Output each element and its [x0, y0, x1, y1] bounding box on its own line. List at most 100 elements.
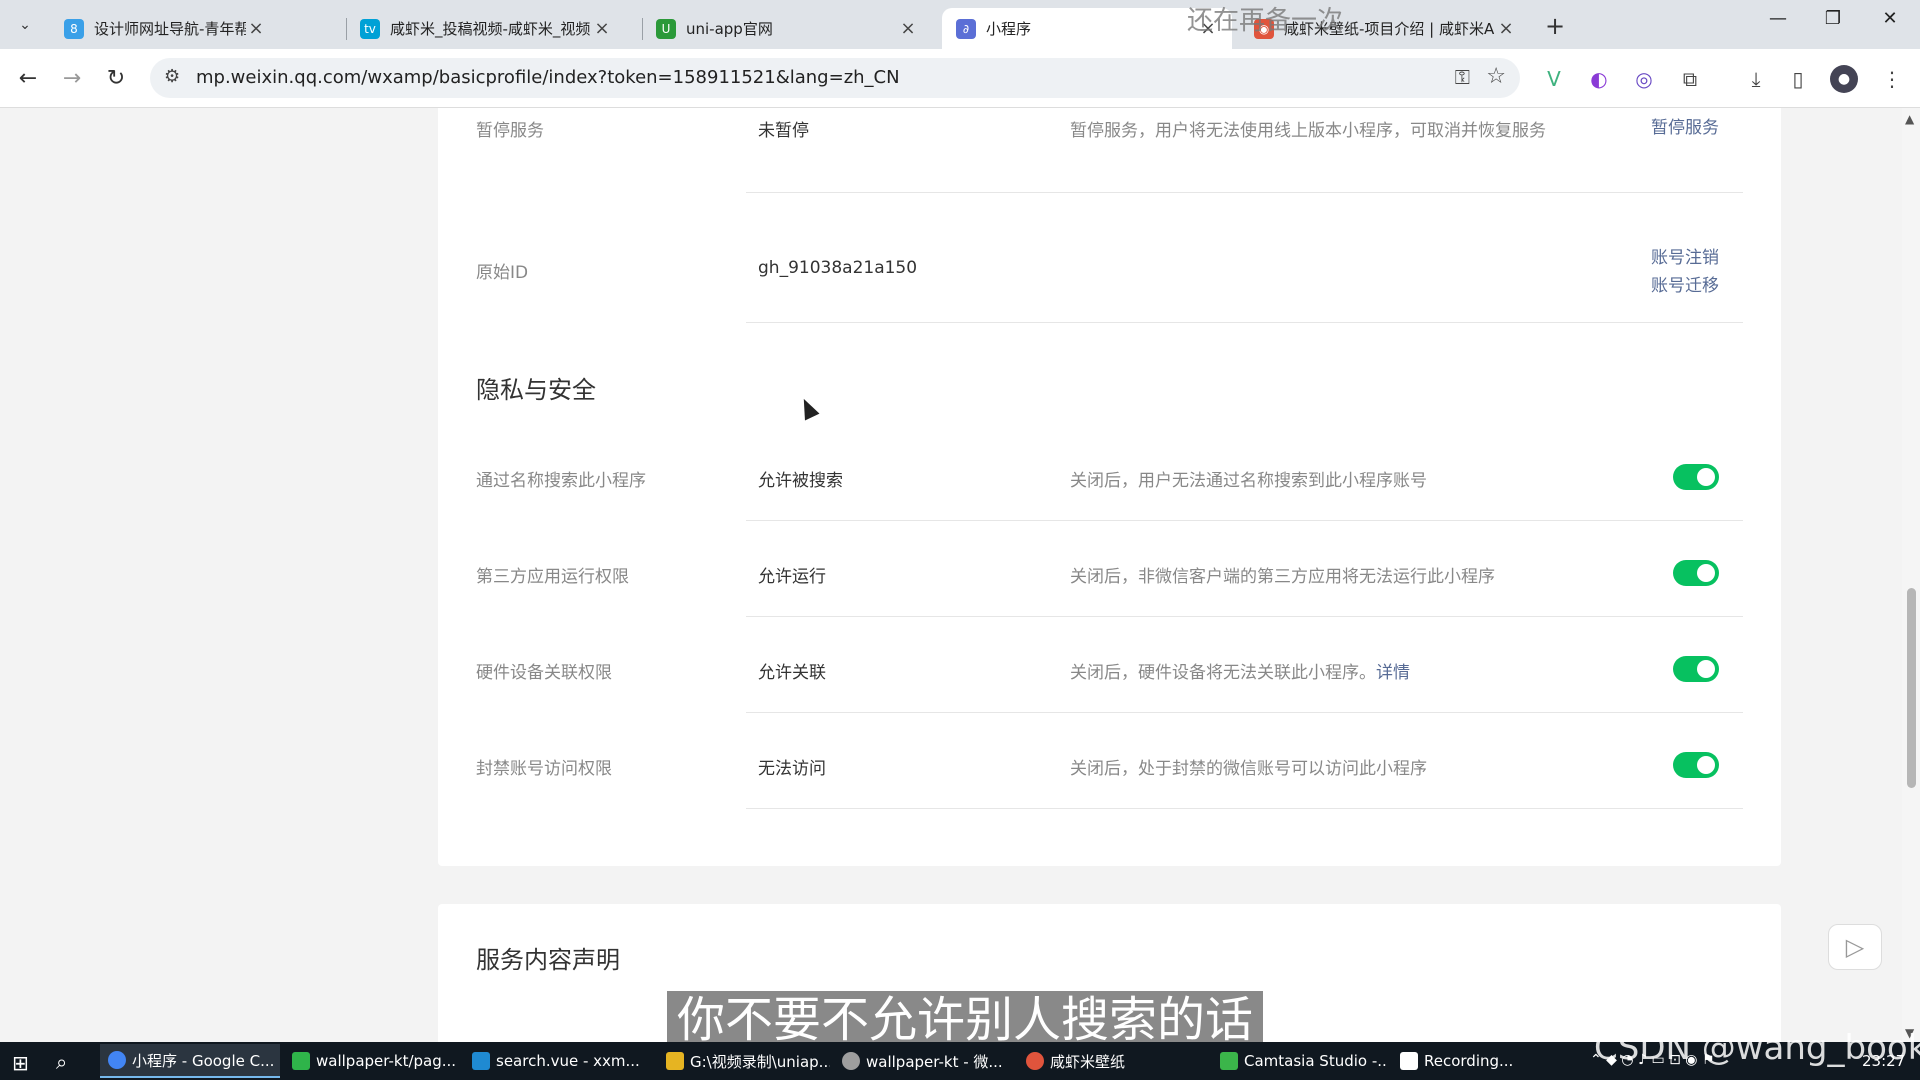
account-migrate-link[interactable]: 账号迁移	[1651, 272, 1719, 300]
profile-avatar[interactable]: ●	[1830, 65, 1858, 93]
taskbar-item-label: wallpaper-kt - 微...	[866, 1052, 1003, 1071]
tab-2[interactable]: U uni-app官网 ×	[642, 8, 932, 49]
row-value: 允许被搜索	[758, 471, 843, 491]
url-text[interactable]: mp.weixin.qq.com/wxamp/basicprofile/inde…	[196, 67, 900, 88]
search-by-name-toggle[interactable]	[1673, 464, 1719, 490]
app-icon	[1026, 1052, 1044, 1070]
row-divider	[746, 322, 1743, 323]
row-desc-text: 关闭后，硬件设备将无法关联此小程序。	[1070, 663, 1376, 683]
tab-favicon-icon: ∂	[956, 18, 976, 39]
account-cancel-link[interactable]: 账号注销	[1651, 244, 1719, 272]
extension-icon[interactable]: ◎	[1630, 65, 1658, 93]
extension-icon[interactable]: ◐	[1585, 65, 1613, 93]
third-party-run-row: 第三方应用运行权限 允许运行 关闭后，非微信客户端的第三方应用将无法运行此小程序	[438, 538, 1781, 634]
tab-0[interactable]: 8 设计师网址导航-青年帮创意工 ×	[50, 8, 280, 49]
tab-close-icon[interactable]: ×	[898, 18, 918, 39]
tab-close-icon[interactable]: ×	[1496, 18, 1516, 39]
browser-menu-icon[interactable]: ⋮	[1878, 65, 1906, 93]
tab-favicon-icon: tv	[360, 18, 380, 39]
row-label: 暂停服务	[476, 121, 544, 141]
hbuilder-icon	[292, 1052, 310, 1070]
tab-favicon-icon: 8	[64, 18, 84, 39]
row-desc: 关闭后，非微信客户端的第三方应用将无法运行此小程序	[1070, 567, 1495, 587]
side-panel-icon[interactable]: ▯	[1784, 65, 1812, 93]
reload-icon[interactable]: ↻	[100, 63, 132, 95]
csdn-watermark: CSDN @wang_book	[1594, 1028, 1920, 1068]
taskbar-item-label: G:\视频录制\uniap...	[690, 1052, 830, 1071]
address-bar[interactable]: ⚙ mp.weixin.qq.com/wxamp/basicprofile/in…	[150, 58, 1520, 98]
extensions-puzzle-icon[interactable]: ⧉	[1676, 65, 1704, 93]
row-label: 通过名称搜索此小程序	[476, 471, 646, 491]
new-tab-plus-icon[interactable]: +	[1540, 12, 1570, 40]
details-link[interactable]: 详情	[1376, 663, 1410, 683]
taskbar-item-recording[interactable]: Recording...	[1392, 1044, 1568, 1078]
wechat-devtools-icon	[842, 1052, 860, 1070]
scrollbar-thumb[interactable]	[1907, 588, 1916, 788]
folder-icon	[666, 1052, 684, 1070]
row-value: 未暂停	[758, 121, 809, 141]
row-label: 原始ID	[476, 263, 529, 283]
tab-title: 小程序	[986, 20, 1032, 38]
vscode-icon	[472, 1052, 490, 1070]
row-divider	[746, 808, 1743, 809]
pause-service-row: 暂停服务 未暂停 暂停服务，用户将无法使用线上版本小程序，可取消并恢复服务 暂停…	[438, 108, 1781, 200]
taskbar-item-hbuilder[interactable]: wallpaper-kt/pag...	[284, 1044, 460, 1078]
restore-icon[interactable]: ❐	[1813, 8, 1853, 29]
taskbar-item-label: wallpaper-kt/pag...	[316, 1052, 457, 1070]
windows-start-icon[interactable]: ⊞	[12, 1051, 29, 1075]
tab-search-chevron-icon[interactable]: ⌄	[10, 10, 40, 40]
vue-devtools-icon[interactable]: V	[1540, 65, 1568, 93]
hardware-link-row: 硬件设备关联权限 允许关联 关闭后，硬件设备将无法关联此小程序。详情	[438, 634, 1781, 730]
window-close-icon[interactable]: ✕	[1870, 8, 1910, 29]
row-label: 第三方应用运行权限	[476, 567, 629, 587]
taskbar-item-camtasia[interactable]: Camtasia Studio -...	[1212, 1044, 1388, 1078]
section-title: 服务内容声明	[476, 946, 620, 974]
pause-service-link[interactable]: 暂停服务	[1651, 114, 1719, 142]
taskbar-item-wallpaper-app[interactable]: 咸虾米壁纸	[1018, 1044, 1208, 1078]
video-subtitle: 你不要不允许别人搜索的话	[667, 991, 1264, 1049]
forward-arrow-icon[interactable]: →	[56, 63, 88, 95]
download-icon[interactable]: ⤓	[1742, 65, 1770, 93]
scroll-up-arrow-icon[interactable]: ▲	[1905, 112, 1914, 126]
taskbar-item-explorer[interactable]: G:\视频录制\uniap...	[658, 1044, 830, 1078]
tab-close-icon[interactable]: ×	[592, 18, 612, 39]
banned-account-access-toggle[interactable]	[1673, 752, 1719, 778]
row-desc: 关闭后，硬件设备将无法关联此小程序。详情	[1070, 658, 1410, 683]
original-id-row: 原始ID gh_91038a21a150 账号注销 账号迁移	[438, 192, 1781, 323]
toggle-knob	[1697, 564, 1715, 582]
tab-close-icon[interactable]: ×	[246, 18, 266, 39]
toggle-knob	[1697, 660, 1715, 678]
browser-toolbar: ← → ↻ ⚙ mp.weixin.qq.com/wxamp/basicprof…	[0, 49, 1920, 108]
password-key-icon[interactable]: ⚿	[1455, 65, 1470, 89]
hardware-link-toggle[interactable]	[1673, 656, 1719, 682]
site-info-icon[interactable]: ⚙	[164, 66, 180, 87]
tab-1[interactable]: tv 咸虾米_投稿视频-咸虾米_视频 ×	[346, 8, 626, 49]
toggle-knob	[1697, 756, 1715, 774]
row-value: 允许运行	[758, 567, 826, 587]
taskbar-item-wechat-devtools[interactable]: wallpaper-kt - 微...	[834, 1044, 1014, 1078]
bookmark-star-icon[interactable]: ☆	[1486, 64, 1506, 89]
play-video-icon[interactable]: ▷	[1828, 924, 1882, 970]
camtasia-icon	[1220, 1052, 1238, 1070]
page-scrollbar[interactable]: ▲ ▼	[1902, 108, 1920, 1042]
third-party-run-toggle[interactable]	[1673, 560, 1719, 586]
taskbar-item-vscode[interactable]: search.vue - xxm...	[464, 1044, 654, 1078]
taskbar-item-label: Camtasia Studio -...	[1244, 1052, 1388, 1070]
row-value: gh_91038a21a150	[758, 258, 918, 278]
taskbar-item-label: search.vue - xxm...	[496, 1052, 640, 1070]
row-label: 封禁账号访问权限	[476, 759, 612, 779]
back-arrow-icon[interactable]: ←	[12, 63, 44, 95]
taskbar-search-icon[interactable]: ⌕	[56, 1050, 67, 1074]
minimize-icon[interactable]: —	[1758, 8, 1798, 29]
overlay-caption: 还在再备一次	[1187, 6, 1344, 36]
tab-strip: ⌄ 8 设计师网址导航-青年帮创意工 × tv 咸虾米_投稿视频-咸虾米_视频 …	[0, 0, 1920, 49]
privacy-security-card: 隐私与安全 通过名称搜索此小程序 允许被搜索 关闭后，用户无法通过名称搜索到此小…	[438, 330, 1781, 866]
section-title: 隐私与安全	[476, 376, 596, 404]
banned-account-access-row: 封禁账号访问权限 无法访问 关闭后，处于封禁的微信账号可以访问此小程序	[438, 730, 1781, 826]
row-divider	[746, 520, 1743, 521]
taskbar-item-chrome[interactable]: 小程序 - Google C...	[100, 1044, 280, 1078]
search-by-name-row: 通过名称搜索此小程序 允许被搜索 关闭后，用户无法通过名称搜索到此小程序账号	[438, 442, 1781, 538]
row-desc: 关闭后，用户无法通过名称搜索到此小程序账号	[1070, 471, 1427, 491]
chrome-icon	[108, 1051, 126, 1069]
row-desc: 关闭后，处于封禁的微信账号可以访问此小程序	[1070, 759, 1427, 779]
